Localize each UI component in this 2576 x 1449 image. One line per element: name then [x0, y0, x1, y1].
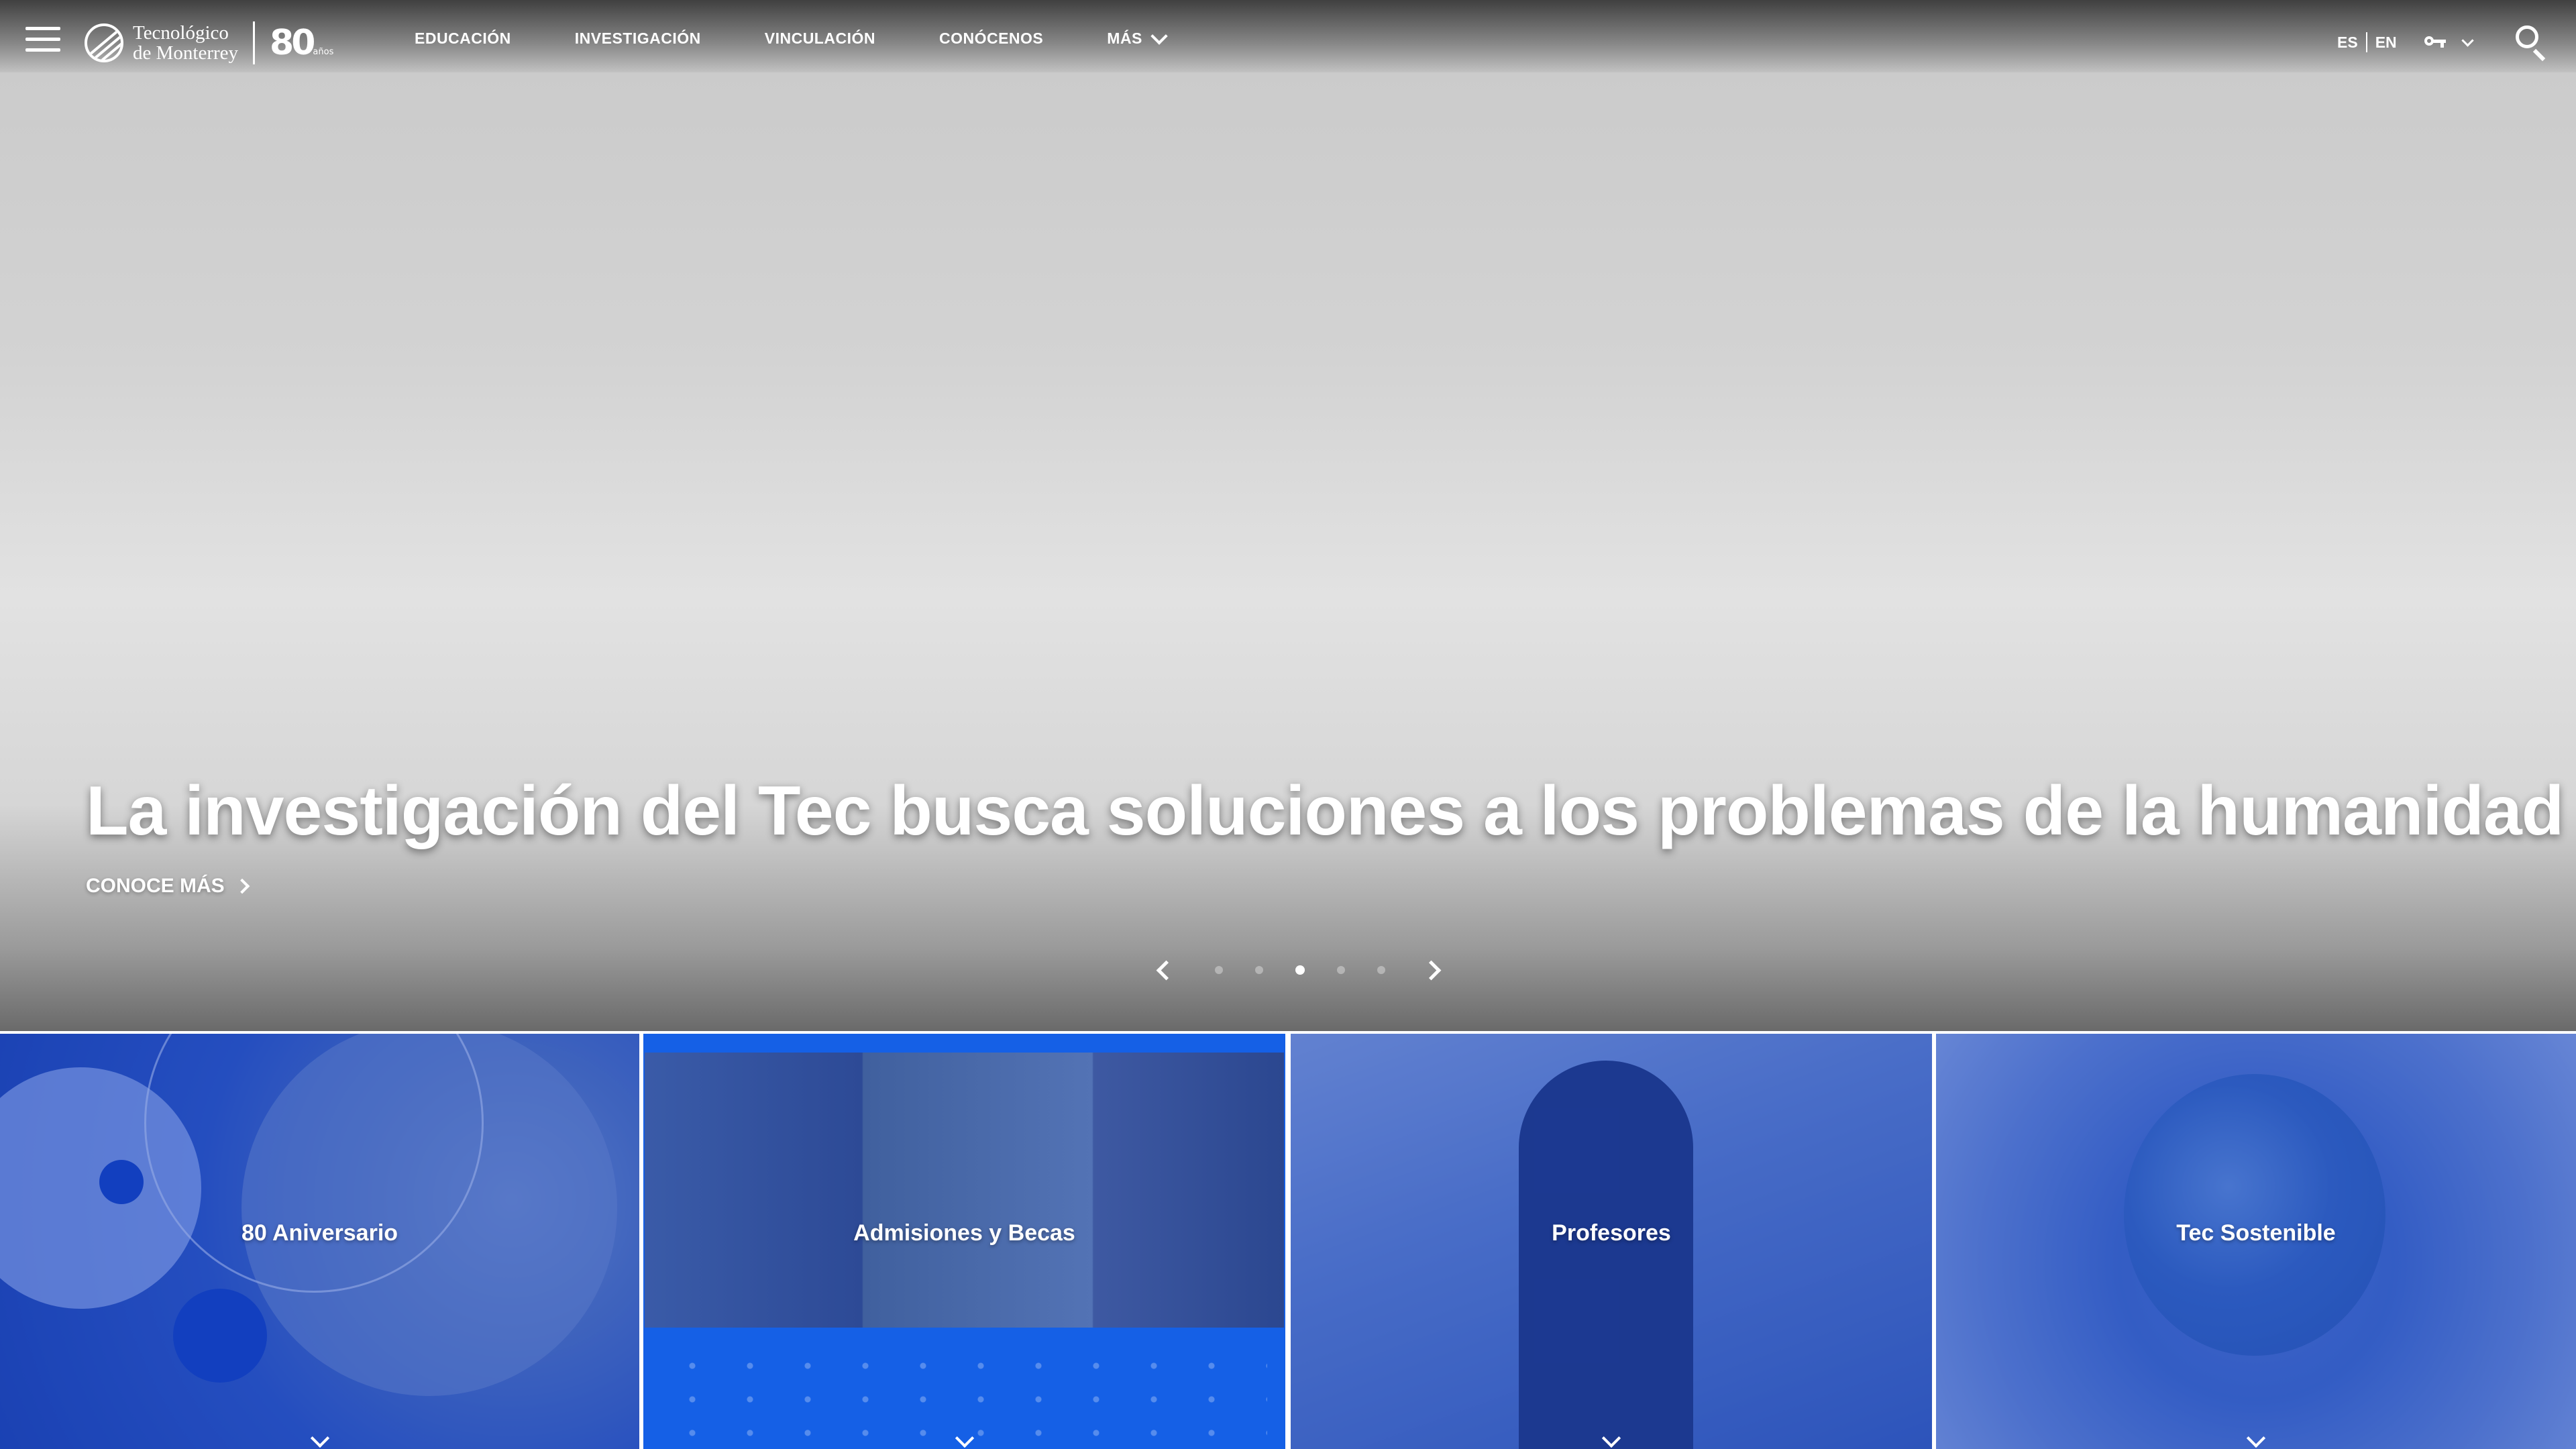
language-switcher: ES EN — [2337, 32, 2397, 52]
students-photo — [645, 1053, 1284, 1328]
main-navigation: EDUCACIÓN INVESTIGACIÓN VINCULACIÓN CONÓ… — [415, 27, 1229, 48]
lang-es[interactable]: ES — [2337, 34, 2358, 52]
logo-divider — [253, 21, 256, 64]
hero-headline: La investigación del Tec busca solucione… — [86, 772, 2564, 850]
nav-item-mas[interactable]: MÁS — [1107, 27, 1168, 48]
card-tec-sostenible[interactable]: Tec Sostenible — [1936, 1034, 2576, 1449]
carousel-controls — [1156, 957, 1442, 983]
chevron-down-icon[interactable] — [2461, 34, 2474, 47]
anniversary-suffix: años — [313, 47, 334, 57]
nav-item-educacion[interactable]: EDUCACIÓN — [415, 30, 511, 48]
tec-de-monterrey-logo[interactable]: Tecnológico de Monterrey 80años — [85, 20, 333, 66]
hero-banner: Tecnológico de Monterrey 80años EDUCACIÓ… — [0, 0, 2576, 1031]
nav-item-vinculacion[interactable]: VINCULACIÓN — [765, 30, 875, 48]
cta-label: CONOCE MÁS — [86, 875, 225, 897]
tec-logo-icon — [85, 23, 123, 62]
card-label: 80 Aniversario — [241, 1220, 398, 1246]
carousel-dot-5[interactable] — [1377, 966, 1385, 974]
card-label: Profesores — [1552, 1220, 1671, 1246]
logo-line-2: de Monterrey — [133, 42, 239, 64]
anniversary-80-logo: 80años — [270, 23, 333, 63]
hamburger-menu-icon[interactable] — [25, 27, 60, 54]
chevron-down-icon — [1150, 27, 1168, 45]
card-80-aniversario[interactable]: 80 Aniversario — [0, 1034, 639, 1449]
chevron-right-icon — [234, 878, 250, 894]
search-icon[interactable] — [2516, 25, 2548, 62]
chevron-right-icon[interactable] — [1421, 960, 1442, 980]
carousel-dot-2[interactable] — [1255, 966, 1263, 974]
anniversary-number: 80 — [270, 23, 315, 63]
lang-divider — [2365, 32, 2367, 52]
chevron-left-icon[interactable] — [1156, 960, 1177, 980]
lang-en[interactable]: EN — [2375, 34, 2397, 52]
carousel-dot-1[interactable] — [1215, 966, 1223, 974]
carousel-dot-4[interactable] — [1337, 966, 1345, 974]
card-admisiones-y-becas[interactable]: Admisiones y Becas — [643, 1034, 1285, 1449]
logo-line-1: Tecnológico — [133, 22, 229, 44]
conoce-mas-link[interactable]: CONOCE MÁS — [86, 875, 250, 898]
card-profesores[interactable]: Profesores — [1291, 1034, 1932, 1449]
top-navigation-bar: Tecnológico de Monterrey 80años EDUCACIÓ… — [0, 0, 2576, 72]
nav-item-mas-label: MÁS — [1107, 30, 1142, 47]
logo-wordmark: Tecnológico de Monterrey — [133, 23, 238, 63]
nav-item-conocenos[interactable]: CONÓCENOS — [939, 30, 1043, 48]
nav-item-investigacion[interactable]: INVESTIGACIÓN — [575, 30, 701, 48]
card-label: Tec Sostenible — [2176, 1220, 2336, 1246]
key-icon[interactable] — [2424, 35, 2447, 48]
carousel-dot-3[interactable] — [1295, 965, 1305, 975]
card-label: Admisiones y Becas — [853, 1220, 1075, 1246]
feature-cards: 80 Aniversario Admisiones y Becas Profes… — [0, 1031, 2576, 1449]
